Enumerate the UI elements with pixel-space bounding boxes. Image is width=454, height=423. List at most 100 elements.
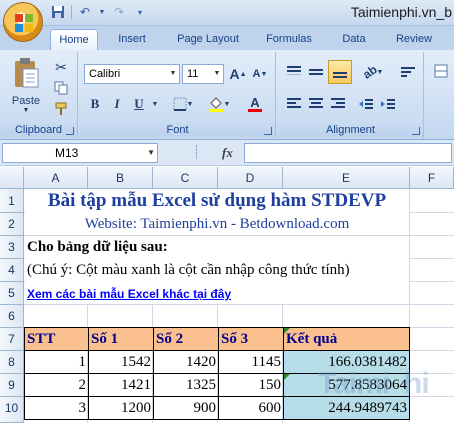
undo-icon[interactable]: ↶ [77, 4, 93, 20]
row-header-3[interactable]: 3 [0, 236, 24, 259]
wrap-text-button[interactable] [398, 62, 418, 82]
row-header-9[interactable]: 9 [0, 374, 24, 397]
worksheet-grid: A B C D E F 1 2 3 4 5 6 7 8 9 10 Bài tập… [0, 167, 454, 423]
row-header-8[interactable]: 8 [0, 351, 24, 374]
table-cell[interactable]: 1421 [88, 373, 154, 397]
paste-button[interactable]: Paste ▼ [6, 56, 46, 114]
bold-button[interactable]: B [86, 94, 104, 114]
column-header-b[interactable]: B [88, 167, 153, 189]
font-family-select[interactable]: Calibri ▼ [84, 64, 180, 84]
format-painter-button[interactable] [52, 100, 70, 118]
tab-formulas[interactable]: Formulas [258, 29, 320, 50]
redo-icon[interactable]: ↷ [111, 4, 127, 20]
tab-insert[interactable]: Insert [108, 29, 156, 50]
office-button[interactable] [3, 2, 43, 42]
grow-font-icon: A [229, 66, 240, 82]
chevron-down-icon: ▼ [22, 106, 30, 114]
align-right-button[interactable] [328, 94, 348, 114]
save-icon[interactable] [50, 4, 66, 20]
table-cell[interactable]: 1420 [153, 350, 219, 374]
column-header-d[interactable]: D [218, 167, 283, 189]
align-bottom-button[interactable] [328, 60, 352, 84]
table-cell[interactable]: 1542 [88, 350, 154, 374]
table-header-so1[interactable]: Số 1 [88, 327, 154, 351]
row-header-1[interactable]: 1 [0, 189, 24, 213]
table-header-so3[interactable]: Số 3 [218, 327, 284, 351]
column-header-a[interactable]: A [24, 167, 88, 189]
table-cell[interactable]: 150 [218, 373, 284, 397]
align-left-button[interactable] [284, 94, 304, 114]
select-all-corner[interactable] [0, 167, 24, 189]
decrease-indent-button[interactable] [356, 94, 376, 114]
insert-function-icon[interactable]: fx [222, 145, 233, 161]
merge-button[interactable] [432, 62, 450, 80]
column-header-f[interactable]: F [410, 167, 454, 189]
cut-button[interactable]: ✂ [52, 58, 70, 76]
shrink-font-button[interactable]: A ▼ [250, 64, 270, 84]
undo-dropdown-icon[interactable]: ▼ [98, 4, 106, 20]
row-header-2[interactable]: 2 [0, 213, 24, 236]
more-samples-link[interactable]: Xem các bài mẫu Excel khác tại đây [27, 284, 231, 304]
formula-input[interactable] [244, 143, 452, 163]
table-cell[interactable]: 600 [218, 396, 284, 420]
copy-button[interactable] [52, 79, 70, 97]
table-cell[interactable]: 1 [24, 350, 89, 374]
name-box[interactable]: M13 ▼ [2, 143, 158, 163]
table-cell[interactable]: 1200 [88, 396, 154, 420]
watermark-logo: Taimi hi [318, 361, 448, 419]
note-text[interactable]: (Chú ý: Cột màu xanh là cột cần nhập côn… [27, 260, 350, 281]
row-header-4[interactable]: 4 [0, 259, 24, 282]
underline-button[interactable]: U [130, 94, 148, 114]
sheet-website[interactable]: Website: Taimienphi.vn - Betdownload.com [25, 214, 409, 235]
fill-color-button[interactable]: ▼ [204, 94, 234, 114]
chevron-down-icon: ▼ [186, 100, 194, 108]
table-header-so2[interactable]: Số 2 [153, 327, 219, 351]
tab-data[interactable]: Data [332, 29, 376, 50]
row-header-10[interactable]: 10 [0, 397, 24, 423]
font-size-select[interactable]: 11 ▼ [182, 64, 224, 84]
chevron-down-icon: ▼ [147, 148, 155, 157]
orientation-button[interactable]: ab ▼ [358, 62, 388, 82]
row-header-6[interactable]: 6 [0, 305, 24, 328]
sheet-title[interactable]: Bài tập mẫu Excel sử dụng hàm STDEVP [25, 190, 409, 212]
chevron-down-icon: ▼ [213, 70, 221, 77]
tab-review[interactable]: Review [386, 29, 442, 50]
chevron-down-icon: ▼ [223, 100, 231, 108]
paste-icon [15, 57, 39, 87]
grow-font-button[interactable]: A ▲ [228, 64, 248, 84]
copy-icon [54, 81, 68, 95]
clipboard-dialog-launcher-icon[interactable] [66, 127, 74, 135]
table-cell[interactable]: 1145 [218, 350, 284, 374]
align-center-button[interactable] [306, 94, 326, 114]
tab-page-layout[interactable]: Page Layout [168, 29, 248, 50]
instruction-text[interactable]: Cho bảng dữ liệu sau: [27, 237, 168, 258]
quick-access-toolbar: ↶ ▼ ↷ ▾ [50, 4, 148, 20]
table-cell[interactable]: 1325 [153, 373, 219, 397]
row-header-7[interactable]: 7 [0, 328, 24, 351]
alignment-dialog-launcher-icon[interactable] [412, 127, 420, 135]
table-cell[interactable]: 3 [24, 396, 89, 420]
splitter-handle[interactable] [196, 145, 199, 159]
shrink-font-icon: A [252, 68, 261, 80]
customize-toolbar-icon[interactable]: ▾ [132, 4, 148, 20]
table-cell[interactable]: 900 [153, 396, 219, 420]
column-header-e[interactable]: E [283, 167, 410, 189]
italic-button[interactable]: I [108, 94, 126, 114]
taimienphi-watermark-icon: Taimi hi [318, 367, 430, 400]
decrease-indent-icon [359, 99, 373, 109]
row-header-5[interactable]: 5 [0, 282, 24, 305]
align-middle-button[interactable] [306, 62, 326, 82]
underline-dropdown-icon[interactable]: ▼ [150, 94, 160, 114]
table-header-stt[interactable]: STT [24, 327, 89, 351]
table-cell[interactable]: 2 [24, 373, 89, 397]
tab-home[interactable]: Home [50, 29, 98, 50]
font-dialog-launcher-icon[interactable] [264, 127, 272, 135]
column-header-c[interactable]: C [153, 167, 218, 189]
next-group-partial [426, 52, 454, 138]
font-family-value: Calibri [89, 68, 121, 80]
font-color-button[interactable]: A [240, 94, 270, 114]
table-header-ket-qua[interactable]: Kết quả [283, 327, 410, 351]
align-top-button[interactable] [284, 62, 304, 82]
borders-button[interactable]: ▼ [170, 94, 196, 114]
increase-indent-button[interactable] [378, 94, 398, 114]
